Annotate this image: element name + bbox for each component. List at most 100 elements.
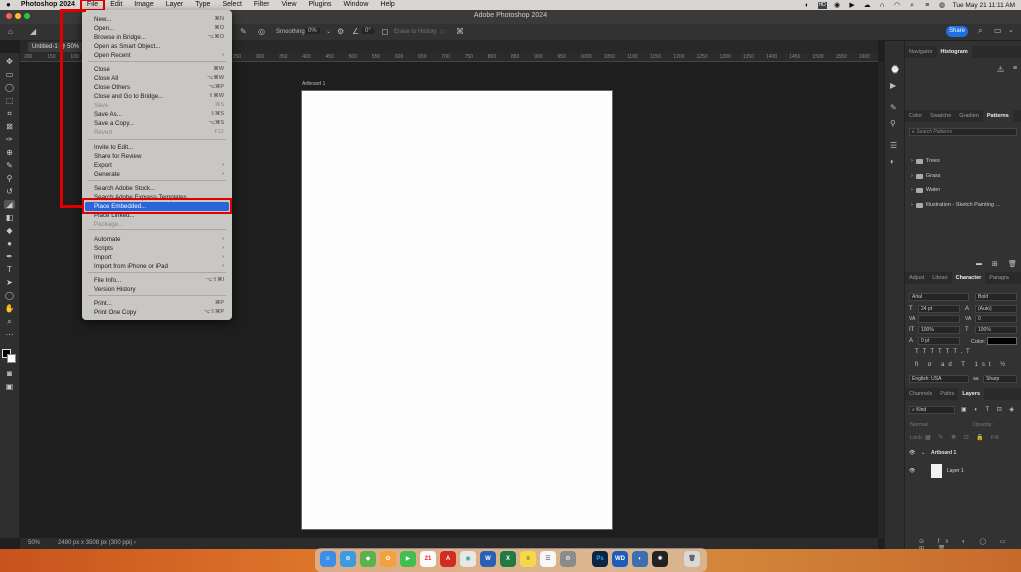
gradient-tool-icon[interactable]: ◧ (4, 213, 15, 222)
screen-mode-icon[interactable]: ▣ (4, 382, 15, 391)
share-button[interactable]: Share (946, 26, 968, 37)
status-icon[interactable]: HD (817, 1, 827, 9)
font-family-select[interactable]: Arial (909, 293, 969, 301)
tab-libraries[interactable]: Librari (928, 272, 951, 284)
menu-item-new[interactable]: New... ⌘N (82, 15, 232, 24)
menu-filter[interactable]: Filter (248, 0, 276, 10)
font-size-input[interactable]: 24 pt (918, 305, 960, 313)
menu-item-invite-to-edit[interactable]: Invite to Edit... (82, 143, 232, 152)
text-color-swatch[interactable] (987, 337, 1017, 345)
opentype-buttons[interactable]: ﬁ σ ad T 1st ½ (915, 362, 1009, 368)
wifi-icon[interactable]: ◠ (893, 2, 902, 9)
zoom-tool-icon[interactable]: ⌕ (4, 317, 15, 326)
menu-item-close-all[interactable]: Close All ⌥⌘W (82, 74, 232, 83)
menu-help[interactable]: Help (374, 0, 400, 10)
calendar-icon[interactable]: 21 (420, 551, 436, 567)
menu-edit[interactable]: Edit (104, 0, 128, 10)
panel-menu-icon[interactable]: ≡ (1013, 65, 1017, 72)
acrobat-icon[interactable]: A (440, 551, 456, 567)
healing-brush-tool-icon[interactable]: ⊕ (4, 148, 15, 157)
baseline-shift-input[interactable]: 0 pt (918, 337, 960, 345)
chevron-down-icon[interactable]: ⌄ (1008, 26, 1014, 34)
apple-icon[interactable]: ● (0, 0, 17, 10)
more-tools-icon[interactable]: ⋯ (4, 330, 15, 339)
system-settings-icon[interactable]: ⚙ (560, 551, 576, 567)
visibility-eye-icon[interactable]: 👁 (909, 462, 915, 480)
menu-item-save-as[interactable]: Save As... ⇧⌘S (82, 110, 232, 119)
layer-row-artboard[interactable]: 👁 ⌄ Artboard 1 (905, 446, 1021, 460)
symmetry-icon[interactable]: ⌘ (456, 27, 464, 36)
menu-item-print-one-copy[interactable]: Print One Copy ⌥⇧⌘P (82, 308, 232, 317)
chrome-icon[interactable]: ◉ (460, 551, 476, 567)
zoom-level[interactable]: 50% (28, 538, 40, 549)
folder-icon[interactable]: ▬ (976, 261, 982, 267)
properties-icon[interactable]: ☰ (890, 141, 897, 150)
pen-tool-icon[interactable]: ✒ (4, 252, 15, 261)
menu-item-open-recent[interactable]: Open Recent › (82, 51, 232, 60)
add-icon[interactable]: ⊞ (992, 260, 998, 268)
blur-tool-icon[interactable]: ◆ (4, 226, 15, 235)
search-icon[interactable]: ⌕ (978, 26, 982, 36)
record-icon[interactable]: ◉ (833, 2, 842, 9)
menu-item-scripts[interactable]: Scripts › (82, 244, 232, 253)
layer-filter-icons[interactable]: ▣ ◐ T ⊡ ◈ (961, 406, 1017, 413)
menu-item-file-info[interactable]: File Info... ⌥⇧⌘I (82, 276, 232, 285)
menu-item-browse-in-bridge[interactable]: Browse in Bridge... ⌥⌘O (82, 33, 232, 42)
visibility-eye-icon[interactable]: 👁 (909, 446, 915, 460)
clone-source-icon[interactable]: ⚲ (890, 119, 896, 128)
chevron-right-icon[interactable]: › (134, 538, 136, 549)
tab-navigator[interactable]: Navigator (905, 46, 937, 58)
quick-mask-icon[interactable]: ◙ (4, 369, 15, 378)
eyedropper-tool-icon[interactable]: ✑ (4, 135, 15, 144)
tab-layers[interactable]: Layers (958, 388, 985, 400)
angle-input[interactable]: 0° (362, 28, 374, 34)
text-style-buttons[interactable]: TTTTTT,T (915, 349, 974, 355)
pressure-opacity-icon[interactable]: ◌ (440, 27, 445, 36)
menu-image[interactable]: Image (128, 0, 159, 10)
document-tab[interactable]: Untitled-1 @ 50% (28, 42, 84, 52)
eraser-tool-icon[interactable]: ◢ (4, 200, 15, 209)
gear-icon[interactable]: ⚙ (337, 27, 344, 36)
menu-item-version-history[interactable]: Version History (82, 285, 232, 294)
play-icon[interactable]: ▶ (848, 2, 857, 9)
finder-icon[interactable]: ☺ (320, 551, 336, 567)
blend-mode-select[interactable]: Normal (910, 422, 928, 428)
menu-plugins[interactable]: Plugins (303, 0, 338, 10)
menu-item-share-for-review[interactable]: Share for Review (82, 152, 232, 161)
status-icon[interactable]: ◐ (803, 2, 812, 9)
clone-stamp-tool-icon[interactable]: ⚲ (4, 174, 15, 183)
menu-item-save-a-copy[interactable]: Save a Copy... ⌥⌘S (82, 119, 232, 128)
menu-item-import[interactable]: Import › (82, 253, 232, 262)
trash-icon[interactable]: 🗑 (1008, 260, 1017, 268)
menu-item-import-from-iphone-or-ipad[interactable]: Import from iPhone or iPad › (82, 262, 232, 271)
tab-paragraph[interactable]: Paragra (985, 272, 1013, 284)
wd-icon[interactable]: WD (612, 551, 628, 567)
layer-filter-select[interactable]: ⌕ Kind (909, 406, 955, 414)
word-icon[interactable]: W (480, 551, 496, 567)
move-tool-icon[interactable]: ✥ (4, 57, 15, 66)
tab-patterns[interactable]: Patterns (982, 110, 1013, 122)
maps-icon[interactable]: ◆ (360, 551, 376, 567)
tab-swatches[interactable]: Swatche (926, 110, 955, 122)
menu-window[interactable]: Window (337, 0, 374, 10)
history-panel-icon[interactable]: ⌚ (890, 65, 900, 74)
menu-item-close[interactable]: Close ⌘W (82, 65, 232, 74)
headphones-icon[interactable]: ∩ (878, 2, 887, 9)
styles-icon[interactable]: ◐ (890, 157, 895, 166)
chevron-right-icon[interactable]: › (911, 173, 913, 179)
home-icon[interactable]: ⌂ (8, 27, 13, 36)
menu-item-open[interactable]: Open... ⌘O (82, 24, 232, 33)
chevron-right-icon[interactable]: › (911, 187, 913, 193)
pattern-group-illustration[interactable]: › Illustration - Sketch Painting ... (911, 202, 1000, 208)
workspace-icon[interactable]: ▭ (994, 26, 1002, 35)
chevron-right-icon[interactable]: › (911, 202, 913, 208)
excel-icon[interactable]: X (500, 551, 516, 567)
tab-paths[interactable]: Paths (936, 388, 958, 400)
artboard-label[interactable]: Artboard 1 (302, 81, 325, 87)
kerning-input[interactable] (918, 315, 960, 323)
pattern-group-water[interactable]: › Water (911, 187, 940, 193)
lasso-tool-icon[interactable]: ◯ (4, 83, 15, 92)
vertical-scale-input[interactable]: 100% (918, 326, 960, 334)
tab-gradients[interactable]: Gradien (955, 110, 983, 122)
brush-tool-icon[interactable]: ✎ (4, 161, 15, 170)
